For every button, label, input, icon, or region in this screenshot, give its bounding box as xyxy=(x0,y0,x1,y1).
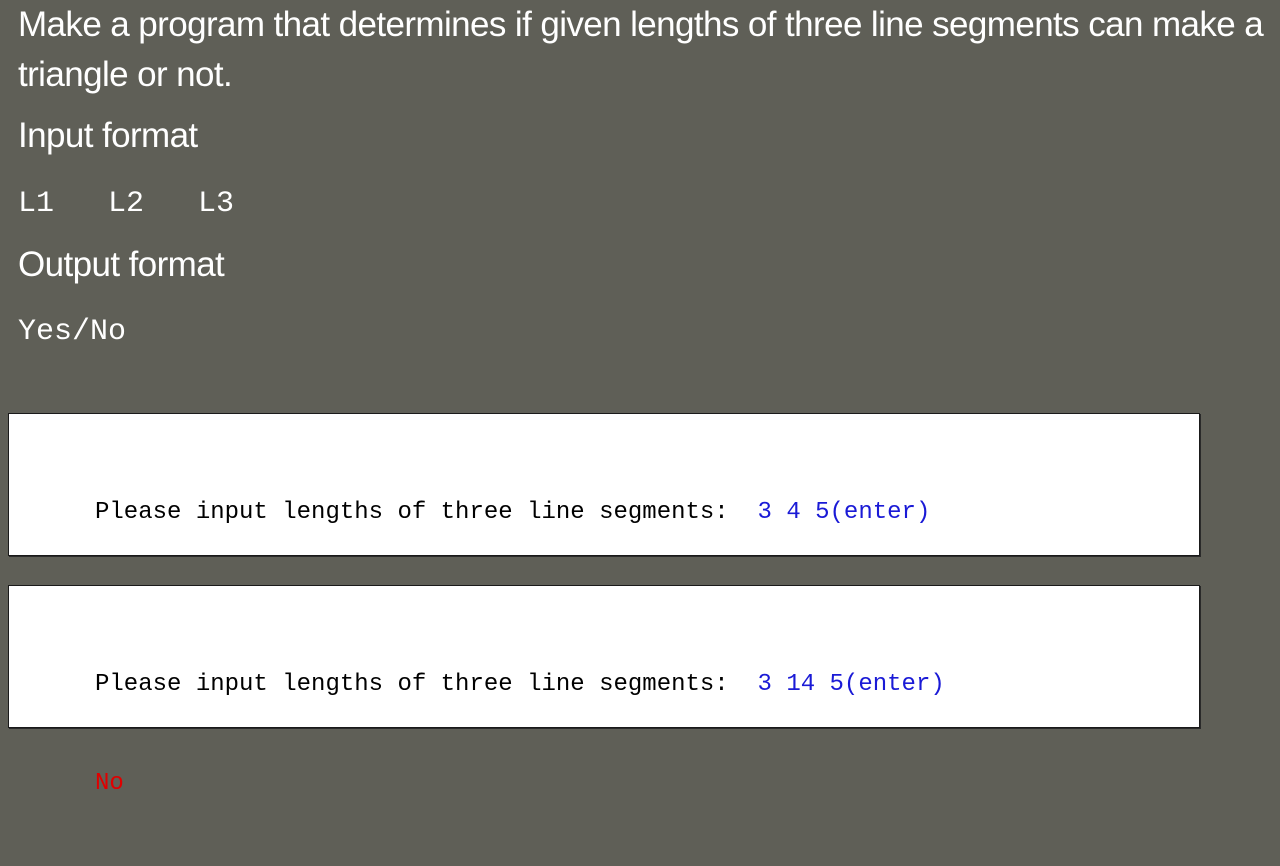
console-input-line: Please input lengths of three line segme… xyxy=(95,496,930,529)
example-console-2: Please input lengths of three line segme… xyxy=(8,585,1200,797)
output-format-heading: Output format xyxy=(18,245,225,284)
console-output: No xyxy=(95,770,124,797)
console-prompt: Please input lengths of three line segme… xyxy=(95,499,758,526)
console-user-input: 3 14 5(enter) xyxy=(757,671,945,698)
input-format-heading: Input format xyxy=(18,116,198,155)
example-console-1: Please input lengths of three line segme… xyxy=(8,413,1200,625)
problem-statement: Make a program that determines if given … xyxy=(18,5,1264,94)
input-format-text: L1 L2 L3 xyxy=(18,187,235,221)
console-content: Please input lengths of three line segme… xyxy=(95,602,945,866)
console-prompt: Please input lengths of three line segme… xyxy=(95,671,758,698)
console-input-line: Please input lengths of three line segme… xyxy=(95,668,945,701)
output-format-text: Yes/No xyxy=(18,315,127,349)
console-user-input: 3 4 5(enter) xyxy=(757,499,931,526)
